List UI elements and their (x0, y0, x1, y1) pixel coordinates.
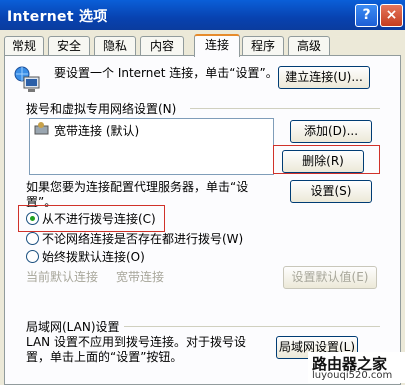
window-title: Internet 选项 (7, 9, 108, 25)
settings-button[interactable]: 设置(S) (290, 180, 372, 203)
set-default-button[interactable]: 设置默认值(E) (283, 266, 377, 289)
tab-advanced[interactable]: 高级 (288, 36, 330, 55)
tab-connections[interactable]: 连接 (194, 34, 240, 57)
tab-programs[interactable]: 程序 (242, 36, 284, 55)
option-never-dial[interactable]: 从不进行拨号连接(C) (42, 210, 156, 227)
list-item-label: 宽带连接 (默认) (54, 124, 140, 138)
close-button[interactable]: × (380, 4, 403, 27)
option-always-dial-default[interactable]: 始终拨默认连接(O) (42, 248, 145, 265)
lan-heading: 局域网(LAN)设置 (26, 320, 120, 334)
radio-always-dial-default[interactable] (26, 250, 39, 263)
current-default-value: 宽带连接 (116, 270, 165, 284)
watermark-url: luyouqi520.com (312, 370, 393, 381)
remove-highlight-box (273, 145, 380, 174)
computer-globe-icon (14, 66, 42, 97)
tab-general[interactable]: 常规 (4, 36, 44, 55)
help-button[interactable]: ? (355, 4, 378, 27)
radio-never-dial[interactable] (26, 212, 39, 225)
watermark: 路由器之家 luyouqi520.com (308, 352, 405, 383)
tab-security[interactable]: 安全 (48, 36, 90, 55)
lan-separator (124, 326, 380, 327)
radio-selected-dot (30, 216, 35, 221)
setup-description: 要设置一个 Internet 连接，单击“设置”。 (54, 66, 278, 80)
dialup-separator (190, 108, 380, 109)
tab-strip: 常规 安全 隐私 内容 连接 程序 高级 (0, 34, 405, 57)
add-button[interactable]: 添加(D)... (290, 120, 372, 143)
option-dial-whenever[interactable]: 不论网络连接是否存在都进行拨号(W) (42, 230, 243, 247)
lan-text-line1: LAN 设置不应用到拨号连接。对于拨号设 (26, 335, 246, 349)
title-bar: Internet 选项 ? × (0, 0, 405, 30)
current-default-label: 当前默认连接 (26, 270, 99, 284)
radio-dial-whenever[interactable] (26, 232, 39, 245)
tab-privacy[interactable]: 隐私 (94, 36, 136, 55)
lan-text-line2: 置，单击上面的“设置”按钮。 (26, 350, 183, 364)
broadband-icon (34, 122, 50, 139)
dialup-heading: 拨号和虚拟专用网络设置(N) (26, 102, 177, 116)
connection-list[interactable]: 宽带连接 (默认) (29, 118, 274, 175)
tab-content[interactable]: 内容 (140, 36, 184, 55)
setup-connection-button[interactable]: 建立连接(U)... (278, 66, 370, 89)
